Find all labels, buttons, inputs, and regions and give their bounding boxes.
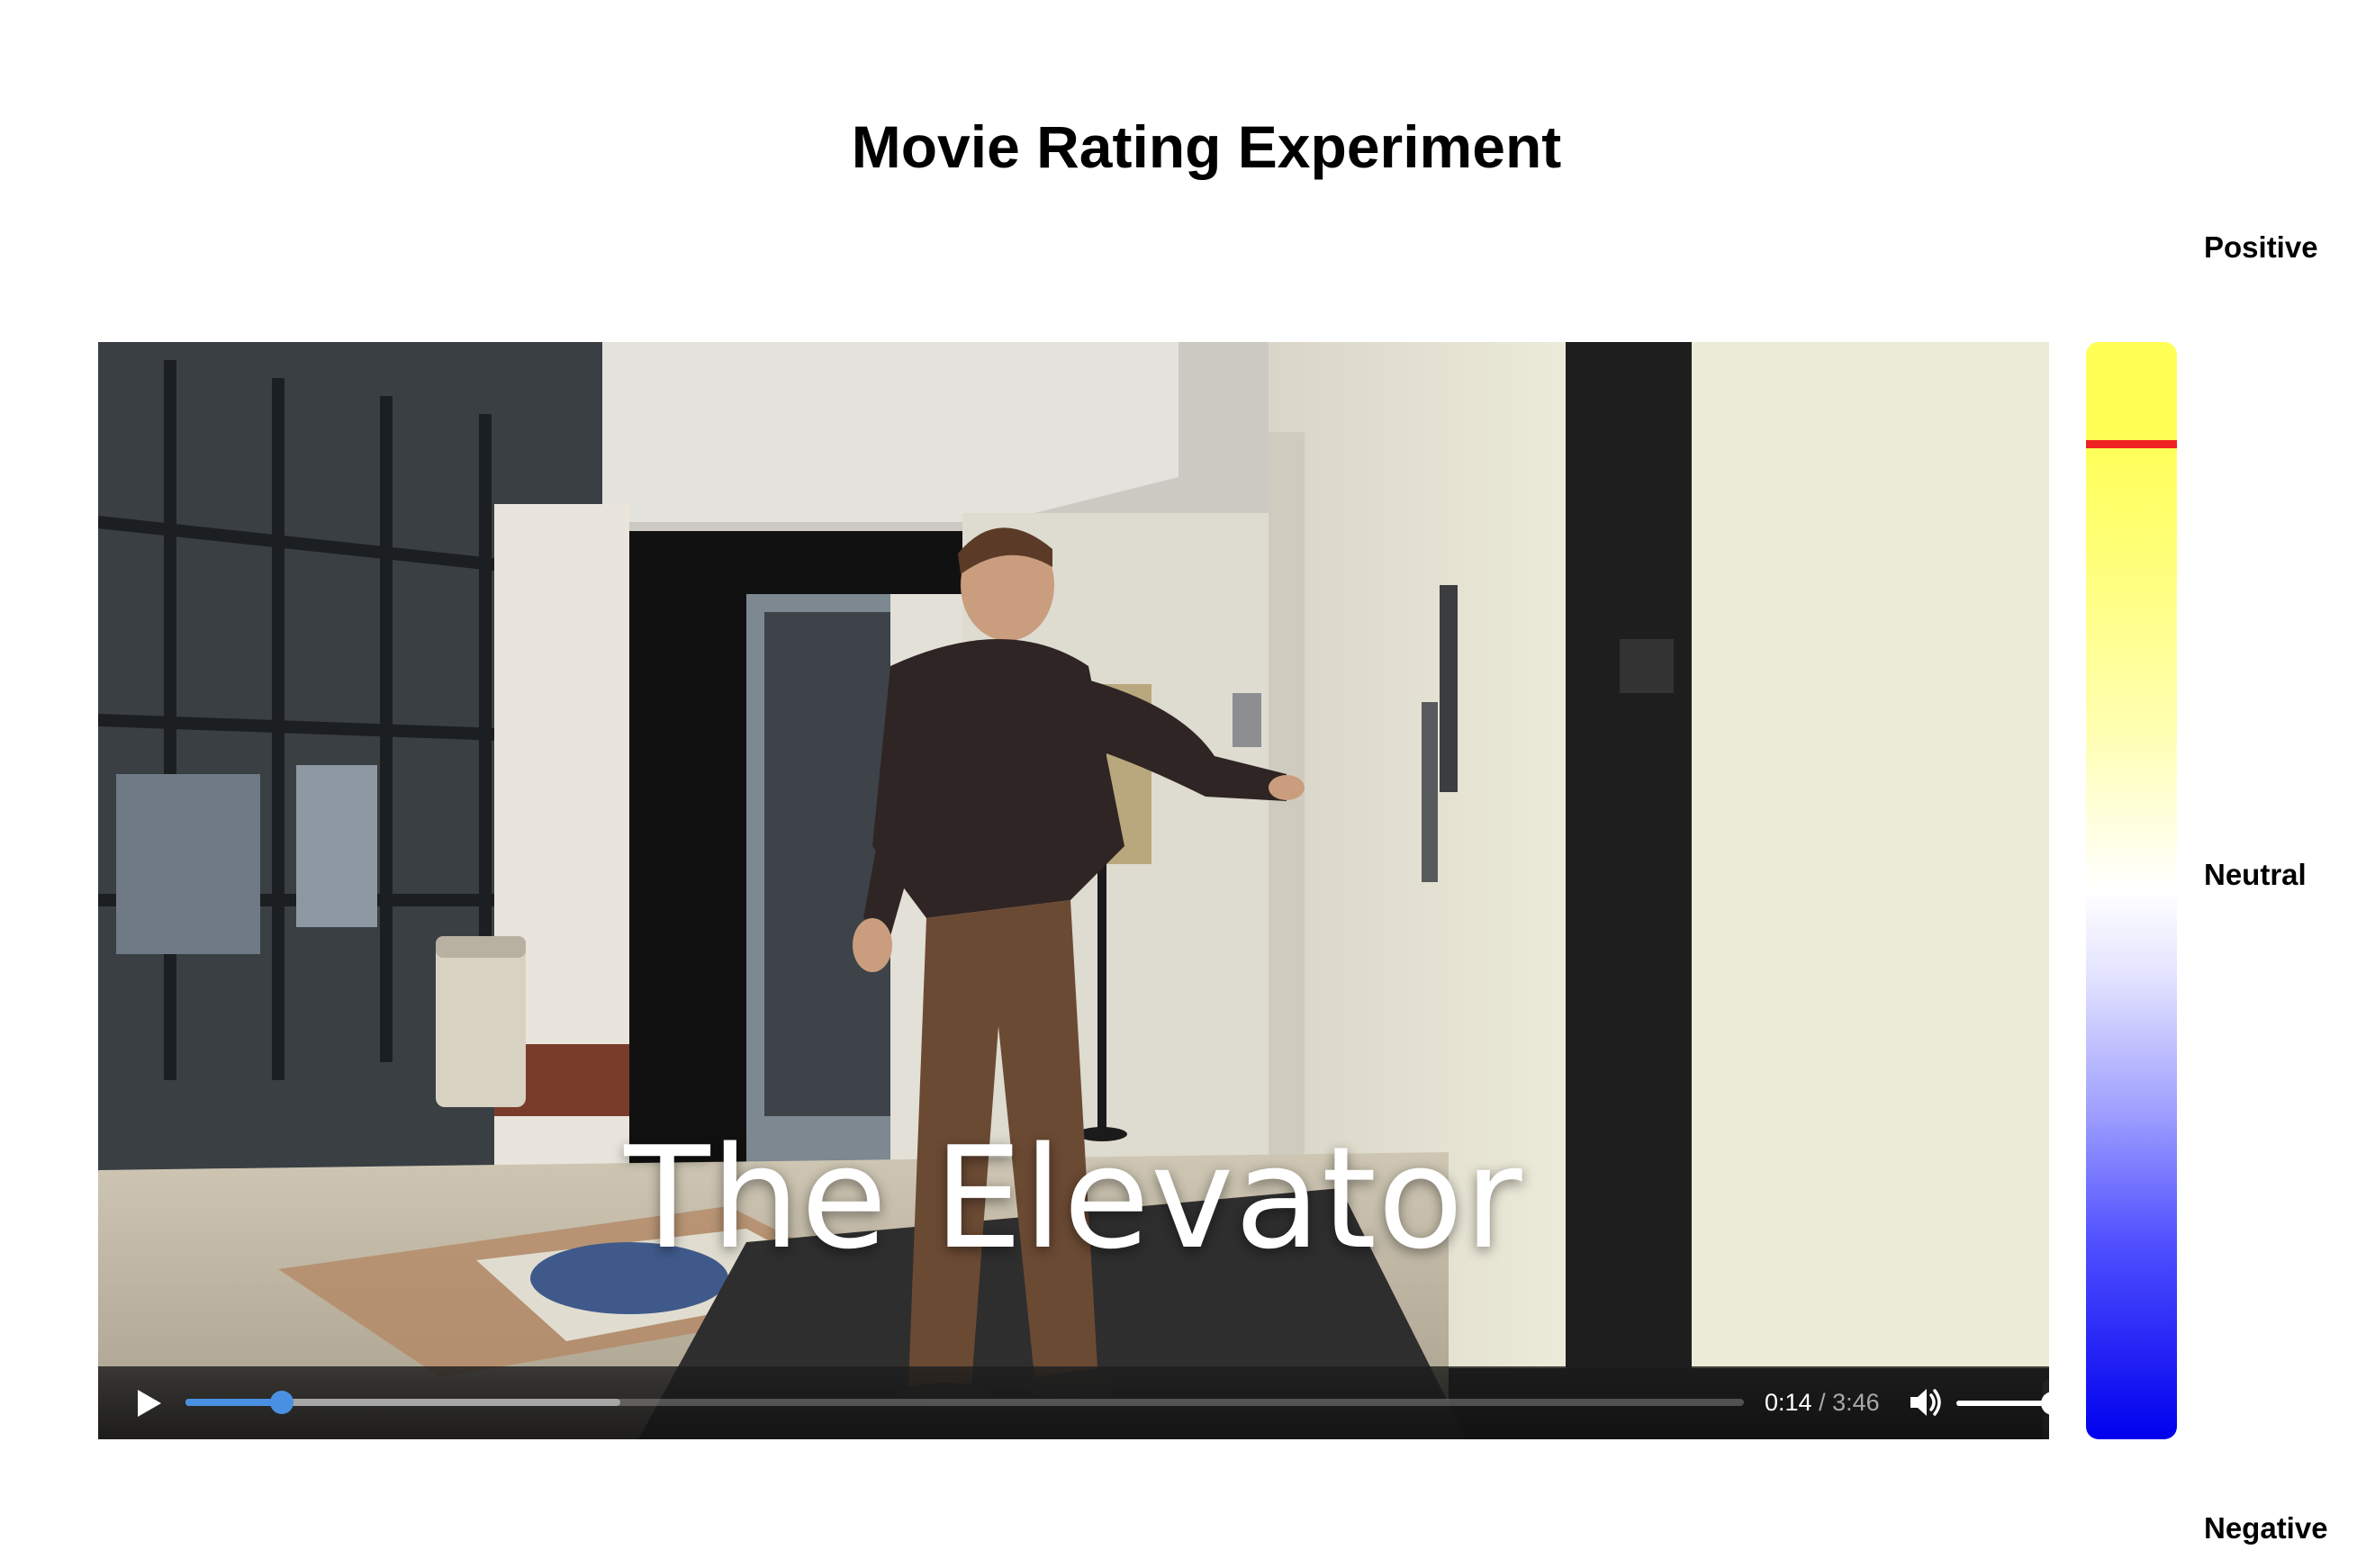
progress-scrubber[interactable] <box>270 1391 294 1414</box>
rating-slider[interactable] <box>2086 342 2177 1439</box>
volume-level <box>1956 1401 2049 1406</box>
play-button[interactable] <box>129 1384 167 1422</box>
time-separator: / <box>1819 1389 1826 1416</box>
page-title: Movie Rating Experiment <box>851 113 1562 180</box>
volume-slider[interactable] <box>1956 1392 2049 1415</box>
play-icon <box>138 1390 161 1417</box>
rating-label-positive: Positive <box>2204 230 2318 264</box>
video-player[interactable]: The Elevator 0:14 / 3:46 <box>98 342 2049 1439</box>
time-display: 0:14 / 3:46 <box>1765 1386 1880 1419</box>
progress-played <box>185 1399 283 1406</box>
rating-label-negative: Negative <box>2204 1511 2328 1545</box>
volume-handle[interactable] <box>2041 1392 2049 1415</box>
rating-label-neutral: Neutral <box>2204 858 2307 891</box>
progress-bar[interactable] <box>185 1391 1744 1414</box>
volume-button[interactable] <box>1906 1383 1946 1422</box>
video-controls: 0:14 / 3:46 <box>98 1366 2049 1439</box>
current-time: 0:14 <box>1765 1389 1812 1416</box>
page: Movie Rating Experiment The Elevator 0:1… <box>0 0 2375 1568</box>
video-caption: The Elevator <box>624 1116 1523 1280</box>
duration: 3:46 <box>1832 1389 1880 1416</box>
rating-marker[interactable] <box>2086 440 2177 449</box>
volume-icon <box>1910 1389 1941 1416</box>
